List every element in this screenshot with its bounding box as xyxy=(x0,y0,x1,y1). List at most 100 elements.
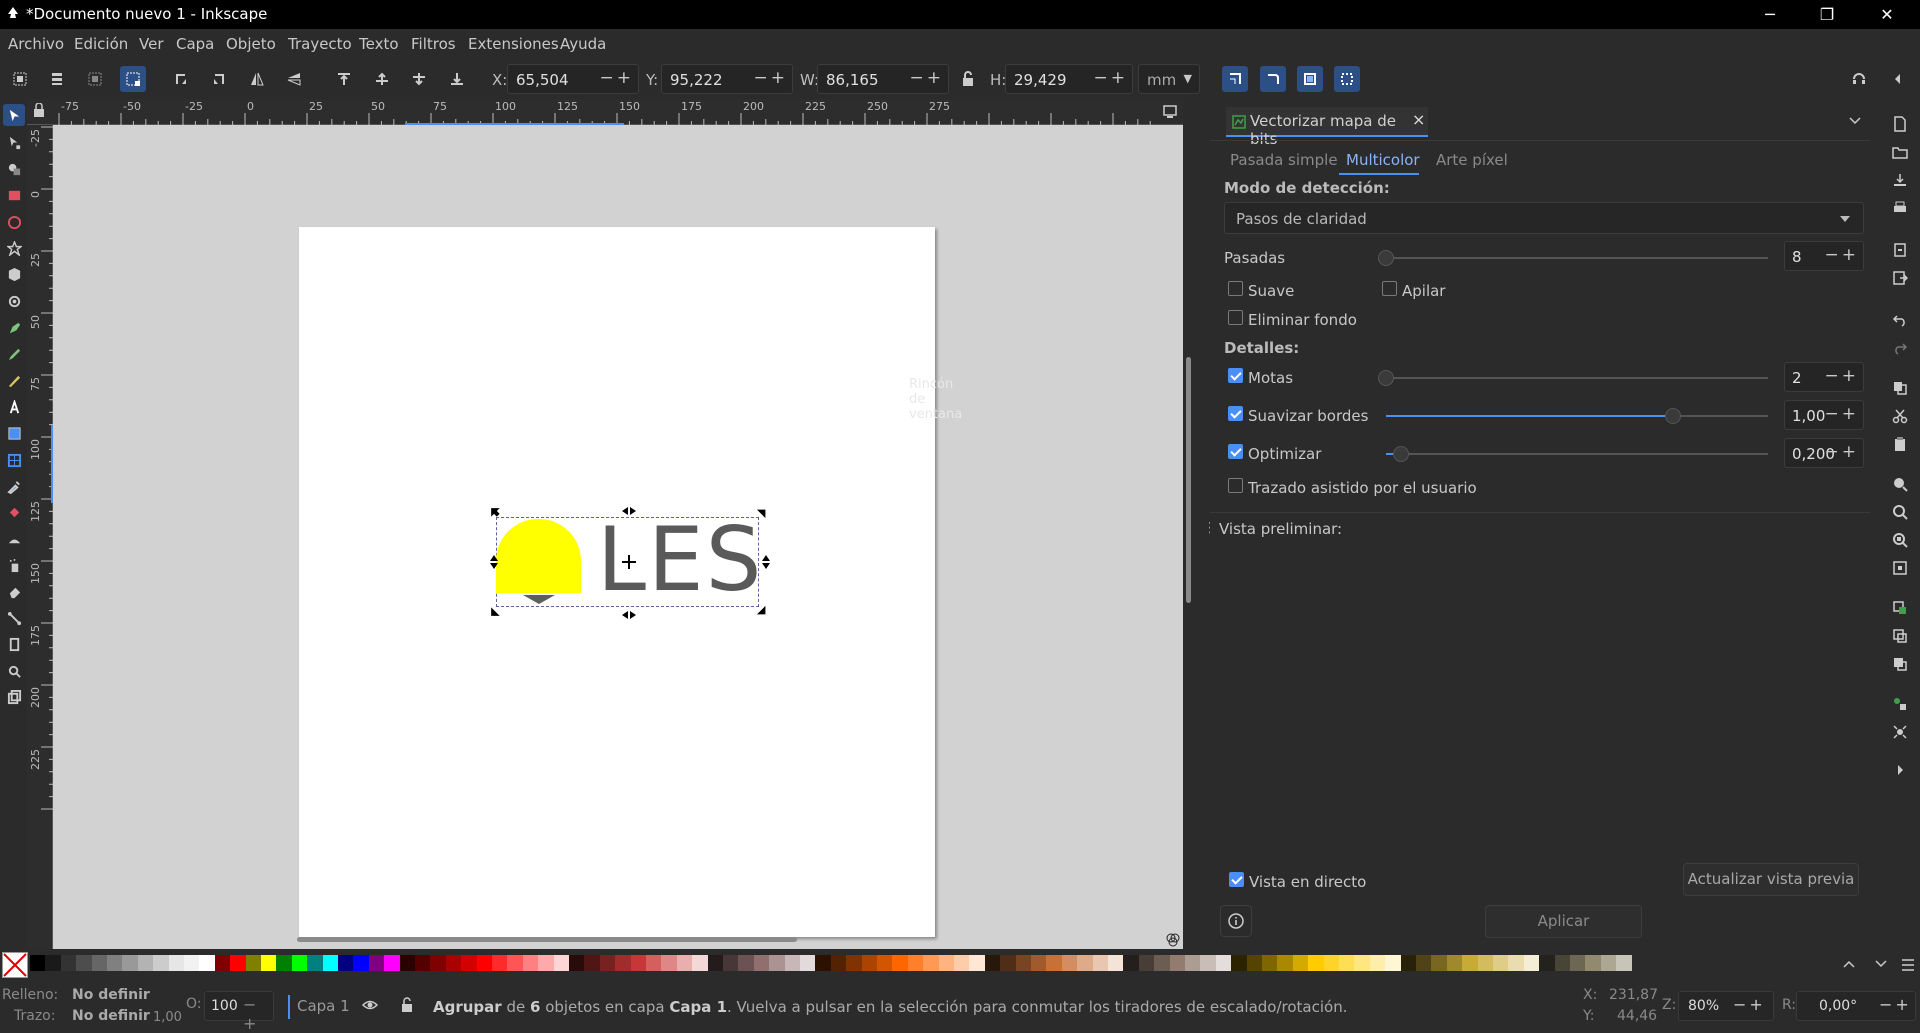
rotate-ccw-icon[interactable] xyxy=(168,66,194,92)
zoom-drawing-icon[interactable] xyxy=(1890,502,1910,522)
palette-swatch[interactable] xyxy=(1061,955,1078,971)
palette-swatch[interactable] xyxy=(1185,955,1201,971)
palette-swatch[interactable] xyxy=(1277,955,1294,971)
palette-swatch[interactable] xyxy=(1138,955,1155,971)
y-stepper[interactable]: −+ xyxy=(754,68,789,88)
copy-icon[interactable] xyxy=(1890,378,1910,398)
palette-swatch[interactable] xyxy=(938,955,955,971)
live-preview-checkbox[interactable] xyxy=(1229,872,1244,887)
palette-swatch[interactable] xyxy=(153,955,170,971)
speckles-stepper[interactable]: −+ xyxy=(1825,366,1860,386)
canvas-area[interactable]: Rincón de ventana LES xyxy=(27,99,1183,949)
current-layer[interactable]: Capa 1 xyxy=(297,997,350,1015)
passes-slider[interactable] xyxy=(1378,250,1768,266)
palette-swatch[interactable] xyxy=(892,955,909,971)
palette-swatch[interactable] xyxy=(1154,955,1171,971)
palette-swatch[interactable] xyxy=(815,955,832,971)
palette-swatch[interactable] xyxy=(1554,955,1571,971)
layer-visibility-icon[interactable] xyxy=(362,998,378,1012)
palette-swatch[interactable] xyxy=(445,955,462,971)
vertical-scrollbar[interactable] xyxy=(1184,99,1200,949)
subtab-single-scan[interactable]: Pasada simple xyxy=(1230,151,1338,169)
palette-swatch[interactable] xyxy=(1369,955,1386,971)
palette-swatch[interactable] xyxy=(60,955,77,971)
detection-mode-select[interactable]: Pasos de claridad xyxy=(1224,202,1864,234)
palette-swatch[interactable] xyxy=(1123,955,1140,971)
menu-edicion[interactable]: Edición xyxy=(74,35,128,53)
node-tool-icon[interactable] xyxy=(3,131,25,153)
palette-swatch[interactable] xyxy=(599,955,616,971)
palette-swatch[interactable] xyxy=(569,955,585,971)
palette-menu-icon[interactable] xyxy=(1900,957,1916,973)
remove-background-checkbox[interactable] xyxy=(1228,310,1243,325)
palette-swatch[interactable] xyxy=(184,955,200,971)
palette-swatch[interactable] xyxy=(723,955,739,971)
optimize-slider[interactable] xyxy=(1386,446,1768,462)
speckles-spinbox[interactable]: 2 −+ xyxy=(1784,362,1864,392)
w-stepper[interactable]: −+ xyxy=(910,68,945,88)
scale-corners-icon[interactable] xyxy=(1260,66,1286,92)
snap-menu-icon[interactable] xyxy=(1885,66,1911,92)
user-assisted-trace-checkbox[interactable] xyxy=(1228,478,1243,493)
palette-swatch[interactable] xyxy=(1400,955,1417,971)
stroke-width-value[interactable]: 1,00 xyxy=(153,1010,182,1025)
speckles-slider[interactable] xyxy=(1378,370,1768,386)
palette-swatch[interactable] xyxy=(1000,955,1017,971)
palette-swatch[interactable] xyxy=(399,955,416,971)
menu-ayuda[interactable]: Ayuda xyxy=(560,35,606,53)
paste-icon[interactable] xyxy=(1890,434,1910,454)
palette-swatch[interactable] xyxy=(199,955,216,971)
unit-select[interactable]: mm ▼ xyxy=(1138,64,1200,94)
palette-swatch[interactable] xyxy=(800,955,816,971)
palette-swatch[interactable] xyxy=(1385,955,1402,971)
close-tab-icon[interactable]: × xyxy=(1412,110,1425,129)
palette-swatch[interactable] xyxy=(1600,955,1617,971)
menu-archivo[interactable]: Archivo xyxy=(8,35,64,53)
menu-filtros[interactable]: Filtros xyxy=(411,35,456,53)
palette-swatch[interactable] xyxy=(476,955,493,971)
layer-lock-icon[interactable] xyxy=(400,997,414,1013)
palette-swatch[interactable] xyxy=(846,955,863,971)
save-icon[interactable] xyxy=(1890,170,1910,190)
palette-swatch[interactable] xyxy=(430,955,447,971)
palette-swatch[interactable] xyxy=(1354,955,1371,971)
menu-trayecto[interactable]: Trayecto xyxy=(288,35,352,53)
spiral-tool-icon[interactable] xyxy=(3,290,25,312)
palette-swatch[interactable] xyxy=(1031,955,1047,971)
stroke-value[interactable]: No definir xyxy=(72,1008,150,1024)
pages-tool-icon[interactable] xyxy=(3,633,25,655)
palette-swatch[interactable] xyxy=(1108,955,1124,971)
palette-swatch[interactable] xyxy=(384,955,401,971)
palette-swatch[interactable] xyxy=(861,955,878,971)
passes-stepper[interactable]: −+ xyxy=(1825,245,1860,265)
palette-swatch[interactable] xyxy=(30,955,46,971)
palette-swatch[interactable] xyxy=(492,955,508,971)
palette-swatch[interactable] xyxy=(1323,955,1340,971)
palette-swatch[interactable] xyxy=(1493,955,1509,971)
palette-swatch[interactable] xyxy=(1585,955,1602,971)
palette-swatch[interactable] xyxy=(707,955,724,971)
palette-swatch[interactable] xyxy=(1262,955,1278,971)
star-tool-icon[interactable] xyxy=(3,237,25,259)
zoom-spinbox[interactable]: 80% −+ xyxy=(1678,991,1774,1021)
new-document-icon[interactable] xyxy=(1890,114,1910,134)
no-paint-swatch[interactable] xyxy=(2,952,28,978)
smooth-corners-spinbox[interactable]: 1,00 −+ xyxy=(1784,400,1864,430)
palette-swatch[interactable] xyxy=(245,955,262,971)
tweak-tool-icon[interactable] xyxy=(3,528,25,550)
ellipse-tool-icon[interactable] xyxy=(3,211,25,233)
palette-swatch[interactable] xyxy=(1477,955,1494,971)
measure-tool-icon[interactable] xyxy=(3,686,25,708)
paint-bucket-icon[interactable] xyxy=(3,501,25,523)
deselect-icon[interactable] xyxy=(82,66,108,92)
vertical-scroll-thumb[interactable] xyxy=(1186,357,1191,603)
cut-icon[interactable] xyxy=(1890,406,1910,426)
rectangle-tool-icon[interactable] xyxy=(3,184,25,206)
chevron-down-icon[interactable] xyxy=(1848,115,1862,127)
raise-to-top-icon[interactable] xyxy=(331,66,357,92)
optimize-checkbox[interactable] xyxy=(1228,444,1243,459)
stack-checkbox[interactable] xyxy=(1382,281,1397,296)
print-icon[interactable] xyxy=(1890,198,1910,218)
palette-swatch[interactable] xyxy=(1431,955,1448,971)
connector-tool-icon[interactable] xyxy=(3,607,25,629)
